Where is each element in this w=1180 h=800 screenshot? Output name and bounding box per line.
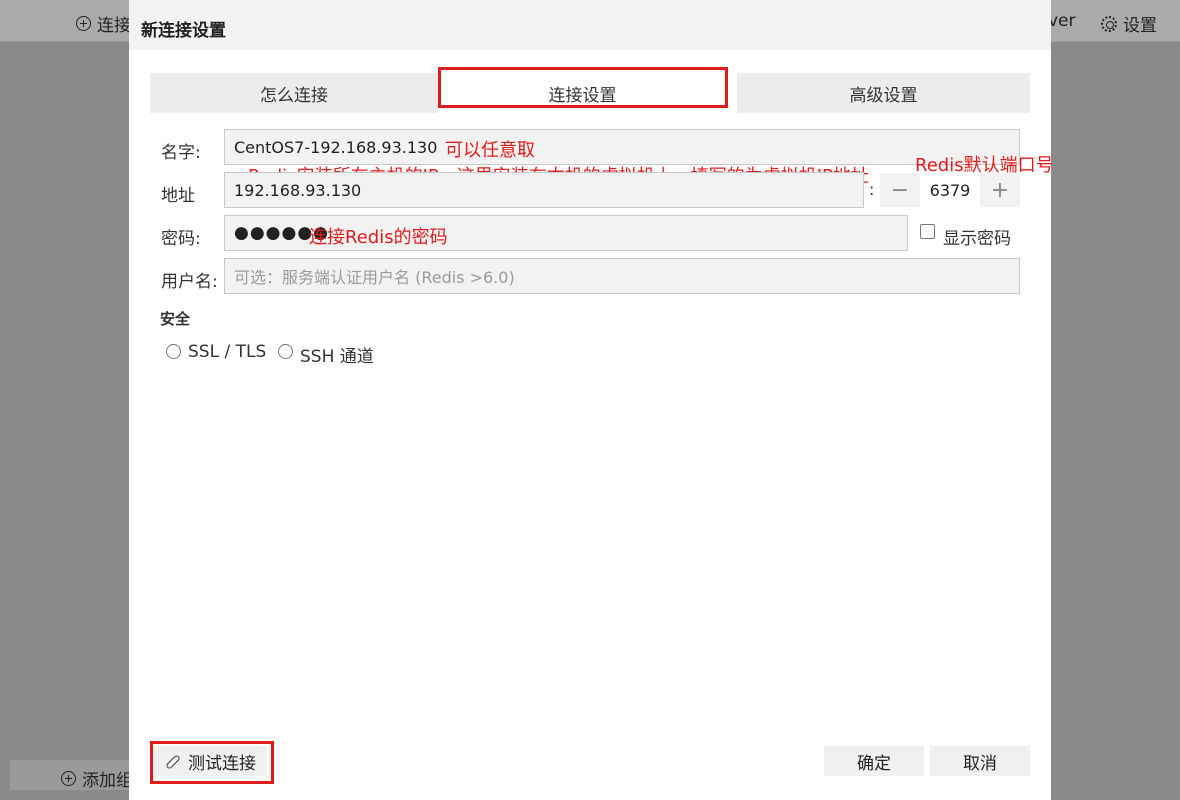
add-circle-icon xyxy=(76,16,91,31)
name-input[interactable]: CentOS7-192.168.93.130 xyxy=(224,129,1020,165)
annotation-name-note: 可以任意取 xyxy=(445,140,535,161)
show-password-label: 显示密码 xyxy=(943,229,1011,249)
port-stepper: − 6379 + xyxy=(880,173,1020,207)
annotation-highlight-test-button xyxy=(150,741,274,784)
annotation-highlight-tab xyxy=(438,67,728,108)
annotation-password-note: 连接Redis的密码 xyxy=(309,227,448,248)
ssl-tls-label: SSL / TLS xyxy=(188,342,267,362)
ssh-tunnel-label: SSH 通道 xyxy=(300,347,374,367)
security-heading: 安全 xyxy=(160,310,191,328)
confirm-button[interactable]: 确定 xyxy=(824,746,924,776)
dialog-header: 新连接设置 xyxy=(129,0,1051,50)
add-circle-icon xyxy=(61,771,76,786)
tab-advanced-settings[interactable]: 高级设置 xyxy=(737,73,1030,113)
username-input[interactable]: 可选：服务端认证用户名 (Redis >6.0) xyxy=(224,258,1020,294)
background-partial-label: ver xyxy=(1048,11,1076,31)
background-connect-button[interactable]: 连接 xyxy=(76,11,131,36)
cancel-button[interactable]: 取消 xyxy=(930,746,1030,776)
name-label: 名字: xyxy=(161,143,201,163)
port-input[interactable]: 6379 xyxy=(920,173,980,207)
password-label: 密码: xyxy=(161,229,201,249)
tab-how-to-connect[interactable]: 怎么连接 xyxy=(150,73,438,113)
ssl-tls-radio[interactable] xyxy=(166,344,181,359)
port-separator: : xyxy=(869,180,875,199)
username-label: 用户名: xyxy=(161,272,218,292)
show-password-checkbox[interactable] xyxy=(920,224,935,239)
port-decrement-button[interactable]: − xyxy=(880,173,920,207)
background-add-group-button[interactable]: 添加组 xyxy=(61,766,133,791)
port-increment-button[interactable]: + xyxy=(980,173,1020,207)
gear-icon xyxy=(1101,15,1117,32)
background-settings-button[interactable]: 设置 xyxy=(1101,11,1157,36)
address-input[interactable]: 192.168.93.130 xyxy=(224,172,864,208)
address-label: 地址 xyxy=(161,186,195,206)
new-connection-dialog: 新连接设置 怎么连接 连接设置 高级设置 名字: CentOS7-192.168… xyxy=(129,0,1054,800)
ssh-tunnel-radio[interactable] xyxy=(278,344,293,359)
dialog-title: 新连接设置 xyxy=(141,21,226,41)
background-right-panel xyxy=(1051,42,1180,800)
background-left-panel xyxy=(0,42,129,800)
